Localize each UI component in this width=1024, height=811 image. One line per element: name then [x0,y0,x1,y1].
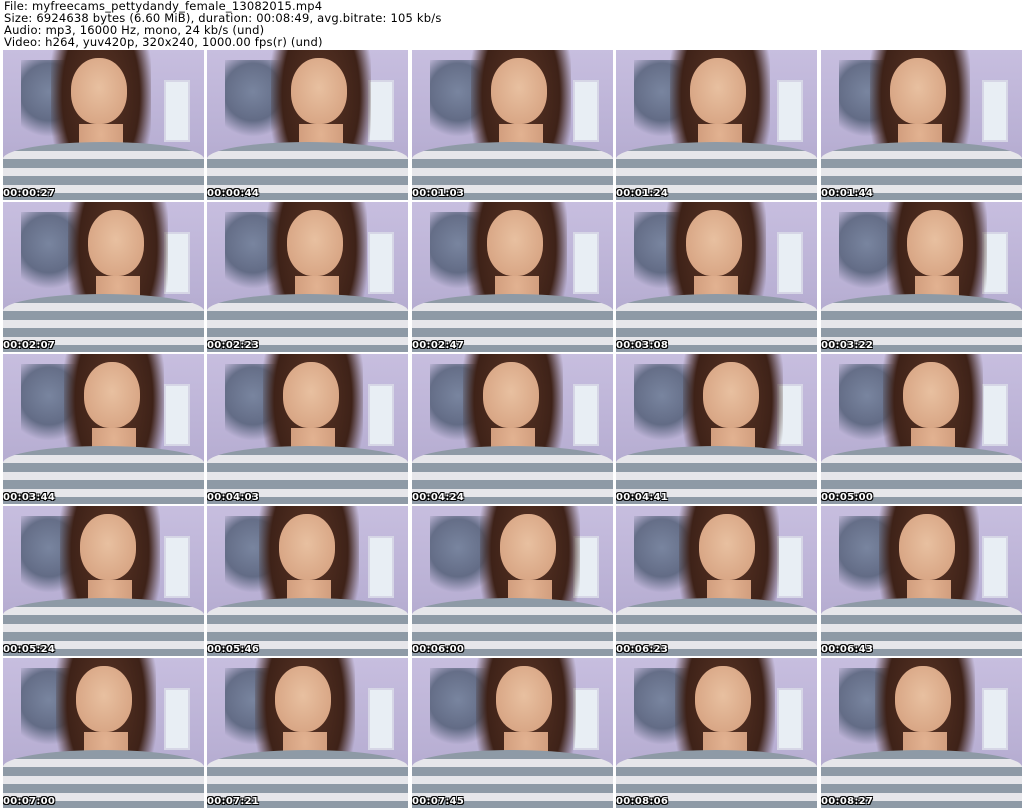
thumbnail-timestamp: 00:01:44 [821,188,874,199]
thumbnail-timestamp: 00:08:27 [821,796,874,807]
thumbnail-timestamp: 00:06:00 [412,644,465,655]
video-info-line: Video: h264, yuv420p, 320x240, 1000.00 f… [4,35,323,49]
background-window [982,80,1008,142]
thumbnail-timestamp: 00:03:22 [821,340,874,351]
video-thumbnail: 00:02:07 [3,202,204,352]
background-window [777,536,803,598]
face-shape [690,58,746,124]
thumbnail-timestamp: 00:05:24 [3,644,56,655]
face-shape [279,514,335,580]
video-thumbnail: 00:06:00 [412,506,613,656]
video-thumbnail: 00:04:41 [616,354,817,504]
background-window [777,232,803,294]
thumbnail-timestamp: 00:06:23 [616,644,669,655]
face-shape [703,362,759,428]
video-thumbnail: 00:04:24 [412,354,613,504]
video-thumbnail: 00:06:43 [821,506,1022,656]
thumbnail-timestamp: 00:07:21 [207,796,260,807]
thumbnail-timestamp: 00:05:46 [207,644,260,655]
thumbnail-timestamp: 00:00:44 [207,188,260,199]
video-thumbnail: 00:08:06 [616,658,817,808]
background-window [368,688,394,750]
background-window [368,536,394,598]
video-thumbnail: 00:01:24 [616,50,817,200]
face-shape [287,210,343,276]
face-shape [907,210,963,276]
video-thumbnail: 00:03:22 [821,202,1022,352]
thumbnail-timestamp: 00:04:41 [616,492,669,503]
face-shape [695,666,751,732]
video-thumbnail: 00:07:45 [412,658,613,808]
background-window [982,536,1008,598]
thumbnail-timestamp: 00:01:03 [412,188,465,199]
face-shape [275,666,331,732]
face-shape [686,210,742,276]
video-thumbnail: 00:07:21 [207,658,408,808]
background-window [777,80,803,142]
background-window [164,80,190,142]
background-window [573,384,599,446]
background-window [573,232,599,294]
video-thumbnail: 00:02:23 [207,202,408,352]
face-shape [895,666,951,732]
background-window [368,384,394,446]
thumbnail-timestamp: 00:08:06 [616,796,669,807]
video-thumbnail: 00:05:24 [3,506,204,656]
thumbnail-timestamp: 00:07:45 [412,796,465,807]
background-window [777,688,803,750]
thumbnail-timestamp: 00:03:44 [3,492,56,503]
background-window [164,536,190,598]
video-thumbnail: 00:02:47 [412,202,613,352]
thumbnail-timestamp: 00:07:00 [3,796,56,807]
video-thumbnail: 00:01:03 [412,50,613,200]
thumbnail-timestamp: 00:06:43 [821,644,874,655]
video-thumbnail: 00:07:00 [3,658,204,808]
face-shape [88,210,144,276]
face-shape [890,58,946,124]
thumbnail-timestamp: 00:02:23 [207,340,260,351]
background-window [368,80,394,142]
background-window [573,688,599,750]
background-window [368,232,394,294]
video-thumbnail: 00:00:27 [3,50,204,200]
thumbnail-timestamp: 00:01:24 [616,188,669,199]
thumbnail-timestamp: 00:02:07 [3,340,56,351]
file-info-header: File: myfreecams_pettydandy_female_13082… [4,0,442,48]
background-window [982,384,1008,446]
thumbnail-timestamp: 00:00:27 [3,188,56,199]
thumbnail-timestamp: 00:03:08 [616,340,669,351]
background-window [573,80,599,142]
thumbnail-timestamp: 00:05:00 [821,492,874,503]
video-thumbnail: 00:04:03 [207,354,408,504]
background-window [164,688,190,750]
video-thumbnail: 00:00:44 [207,50,408,200]
thumbnail-timestamp: 00:04:24 [412,492,465,503]
face-shape [84,362,140,428]
face-shape [903,362,959,428]
face-shape [283,362,339,428]
face-shape [483,362,539,428]
video-thumbnail: 00:06:23 [616,506,817,656]
face-shape [491,58,547,124]
thumbnail-timestamp: 00:04:03 [207,492,260,503]
face-shape [80,514,136,580]
video-thumbnail: 00:05:00 [821,354,1022,504]
face-shape [699,514,755,580]
video-thumbnail: 00:08:27 [821,658,1022,808]
video-thumbnail: 00:05:46 [207,506,408,656]
face-shape [291,58,347,124]
face-shape [496,666,552,732]
video-thumbnail: 00:03:44 [3,354,204,504]
background-window [982,688,1008,750]
thumbnail-timestamp: 00:02:47 [412,340,465,351]
face-shape [500,514,556,580]
face-shape [76,666,132,732]
face-shape [487,210,543,276]
video-thumbnail: 00:01:44 [821,50,1022,200]
face-shape [71,58,127,124]
video-thumbnail: 00:03:08 [616,202,817,352]
thumbnail-grid: 00:00:27 00:00:44 00:01:03 00:01:24 00:01:44… [3,50,1022,810]
background-window [164,384,190,446]
face-shape [899,514,955,580]
